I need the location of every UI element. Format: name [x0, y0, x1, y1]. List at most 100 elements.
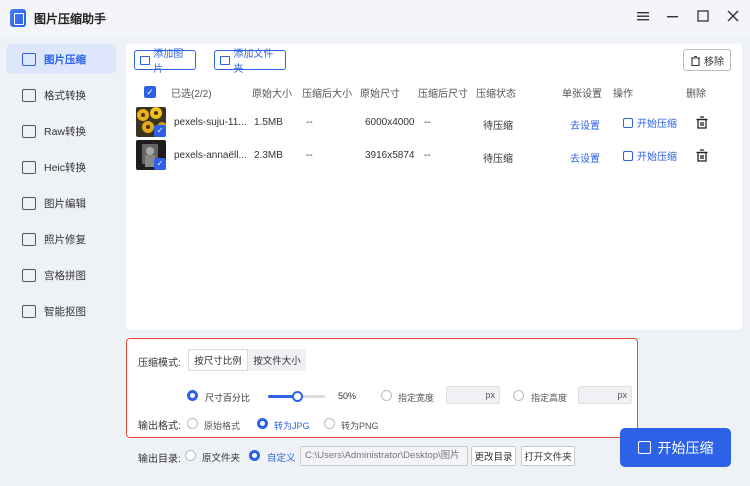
trash-icon[interactable] [696, 149, 708, 162]
table-row[interactable]: ✓ pexels-suju-11... 1.5MB -- 6000x4000 -… [136, 107, 732, 139]
add-image-button[interactable]: 添加图片 [134, 49, 196, 75]
add-folder-label: 添加文件夹 [233, 49, 274, 75]
size-percent-radio[interactable] [187, 390, 198, 401]
sidebar-item-label: 图片压缩 [44, 53, 86, 66]
status: 待压缩 [483, 154, 513, 165]
maximize-icon[interactable] [696, 8, 710, 24]
compress-icon [623, 150, 633, 161]
height-input[interactable]: px [578, 386, 632, 404]
format-original-label: 原始格式 [204, 421, 241, 431]
output-path: C:\Users\Administrator\Desktop\图片 [305, 450, 460, 461]
file-name: pexels-annaëll... [174, 150, 247, 161]
sidebar-item-image-compress[interactable]: 图片压缩 [6, 44, 116, 74]
header-comp-size: 压缩后大小 [302, 89, 352, 100]
menu-icon[interactable] [636, 8, 650, 24]
sidebar-item-label: Heic转换 [44, 161, 87, 174]
sidebar-item-raw[interactable]: Raw转换 [6, 116, 116, 146]
setting-link[interactable]: 去设置 [570, 117, 600, 132]
format-png-radio[interactable] [324, 418, 335, 429]
sidebar-item-edit[interactable]: 图片编辑 [6, 188, 116, 218]
raw-icon [22, 124, 36, 138]
output-path-input[interactable]: C:\Users\Administrator\Desktop\图片 [300, 446, 468, 466]
sidebar-item-format-convert[interactable]: 格式转换 [6, 80, 116, 110]
height-radio[interactable] [513, 390, 524, 401]
width-input[interactable]: px [446, 386, 500, 404]
setting-link[interactable]: 去设置 [570, 150, 600, 165]
file-name: pexels-suju-11... [174, 117, 247, 128]
table-header: ✓ 已选(2/2) 原始大小 压缩后大小 原始尺寸 压缩后尺寸 压缩状态 单张设… [136, 81, 732, 101]
trash-icon [691, 55, 700, 66]
header-selected: 已选(2/2) [171, 89, 212, 100]
format-label: 输出格式: [138, 421, 181, 432]
tab-by-dimension[interactable]: 按尺寸比例 [188, 349, 248, 371]
sidebar-item-grid[interactable]: 宫格拼图 [6, 260, 116, 290]
comp-dim: -- [424, 150, 431, 161]
output-label: 输出目录: [138, 454, 181, 465]
slider-knob[interactable] [292, 391, 303, 402]
add-folder-button[interactable]: 添加文件夹 [214, 49, 286, 75]
start-compress-label: 开始压缩 [657, 439, 714, 456]
format-png-label: 转为PNG [341, 421, 379, 431]
image-compress-icon [22, 52, 36, 66]
table-row[interactable]: ✓ pexels-annaëll... 2.3MB -- 3916x5874 -… [136, 140, 732, 172]
close-icon[interactable] [726, 8, 740, 24]
sidebar-item-label: 智能抠图 [44, 305, 86, 318]
comp-size: -- [306, 117, 313, 128]
row-checkbox[interactable]: ✓ [154, 125, 166, 137]
format-jpg-radio[interactable] [257, 418, 268, 429]
minimize-icon[interactable] [666, 8, 680, 24]
width-radio[interactable] [381, 390, 392, 401]
header-delete: 删除 [686, 89, 706, 100]
mode-label: 压缩模式: [138, 358, 181, 369]
remove-button[interactable]: 移除 [683, 49, 731, 71]
trash-icon[interactable] [696, 116, 708, 129]
tab-label: 按文件大小 [253, 356, 301, 367]
unit-label: px [617, 390, 627, 400]
compress-icon [637, 441, 651, 454]
compress-icon [623, 117, 633, 128]
status: 待压缩 [483, 121, 513, 132]
sidebar-item-label: Raw转换 [44, 125, 87, 138]
image-thumbnail: ✓ [136, 107, 166, 137]
sidebar-item-repair[interactable]: 照片修复 [6, 224, 116, 254]
title-bar: 图片压缩助手 [0, 0, 750, 36]
compression-settings: 压缩模式: 按尺寸比例 按文件大小 尺寸百分比 50% 指定宽度 px 指定高度… [126, 338, 638, 438]
change-dir-button[interactable]: 更改目录 [471, 446, 516, 466]
header-orig-dim: 原始尺寸 [360, 89, 400, 100]
app-logo-icon [10, 9, 26, 27]
format-original-radio[interactable] [187, 418, 198, 429]
header-comp-dim: 压缩后尺寸 [418, 89, 468, 100]
start-compress-button[interactable]: 开始压缩 [620, 428, 731, 467]
sidebar-item-heic[interactable]: Heic转换 [6, 152, 116, 182]
header-operation: 操作 [613, 89, 633, 100]
start-compress-link[interactable]: 开始压缩 [623, 148, 677, 163]
format-jpg-label: 转为JPG [274, 421, 310, 431]
heic-icon [22, 160, 36, 174]
header-orig-size: 原始大小 [252, 89, 292, 100]
tab-by-filesize[interactable]: 按文件大小 [248, 349, 306, 371]
window-controls [636, 8, 740, 24]
orig-dim: 6000x4000 [365, 117, 415, 128]
select-all-checkbox[interactable]: ✓ [144, 86, 156, 98]
app-title: 图片压缩助手 [34, 11, 107, 26]
percent-value: 50% [338, 391, 357, 401]
tab-label: 按尺寸比例 [194, 356, 242, 367]
start-compress-label: 开始压缩 [637, 152, 677, 163]
sidebar-item-label: 格式转换 [44, 89, 86, 102]
output-original-label: 原文件夹 [202, 453, 241, 464]
start-compress-label: 开始压缩 [637, 119, 677, 130]
sidebar-item-label: 图片编辑 [44, 197, 86, 210]
sidebar-item-label: 宫格拼图 [44, 269, 86, 282]
output-custom-radio[interactable] [249, 450, 260, 461]
open-folder-button[interactable]: 打开文件夹 [521, 446, 575, 466]
change-dir-label: 更改目录 [474, 452, 513, 463]
start-compress-link[interactable]: 开始压缩 [623, 115, 677, 130]
format-convert-icon [22, 88, 36, 102]
height-label: 指定高度 [531, 393, 568, 403]
row-checkbox[interactable]: ✓ [154, 158, 166, 170]
sidebar-item-cutout[interactable]: 智能抠图 [6, 296, 116, 326]
width-label: 指定宽度 [398, 393, 435, 403]
size-percent-label: 尺寸百分比 [205, 393, 251, 403]
unit-label: px [485, 390, 495, 400]
output-original-radio[interactable] [185, 450, 196, 461]
